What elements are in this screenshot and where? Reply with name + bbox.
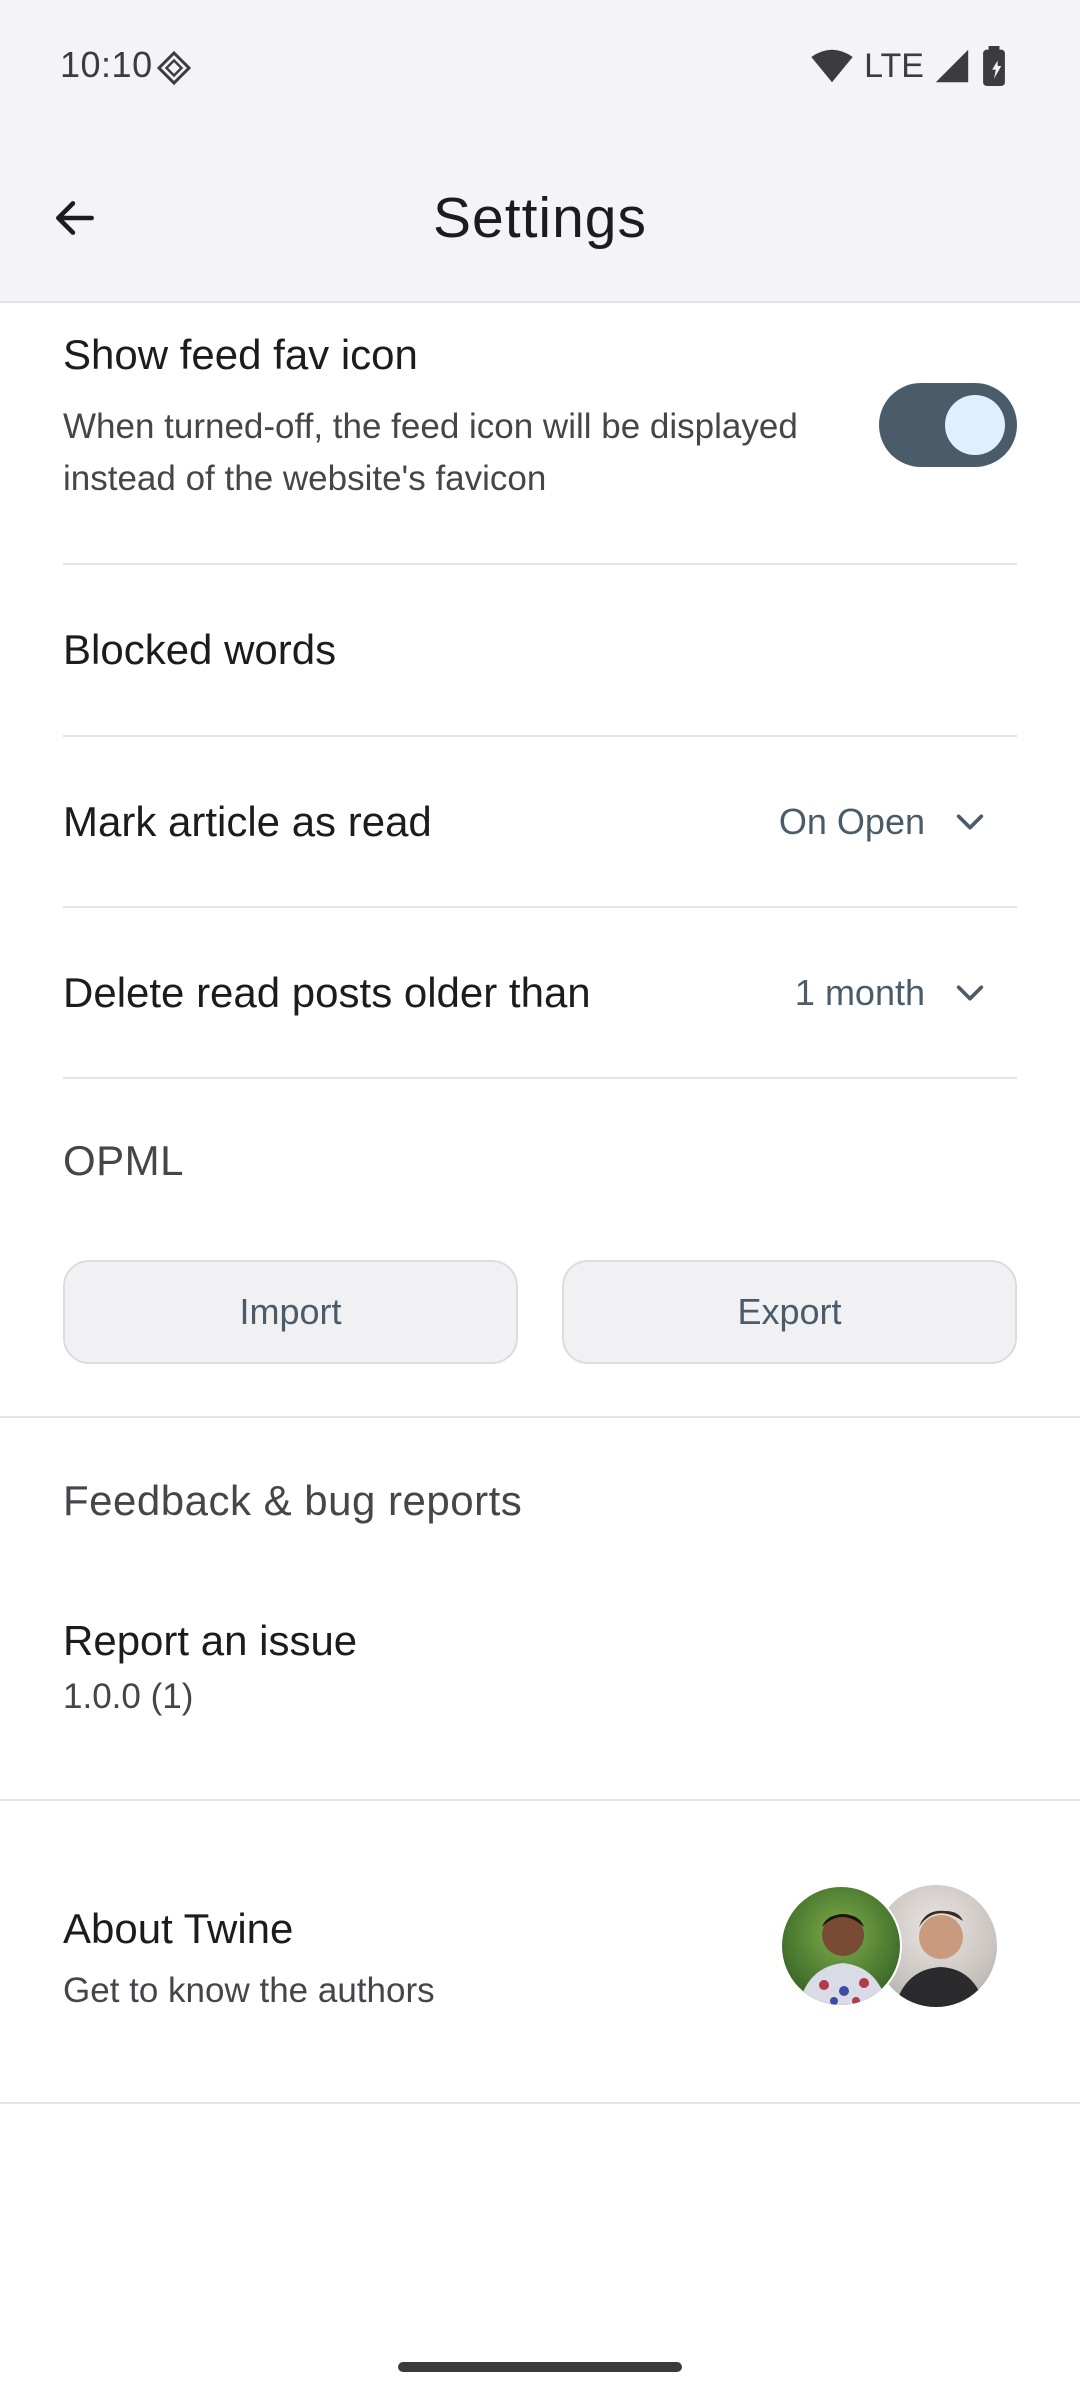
blocked-words-setting[interactable]: Blocked words bbox=[63, 565, 1017, 735]
delete-old-posts-setting: Delete read posts older than 1 month bbox=[63, 908, 1017, 1078]
about-subtitle: Get to know the authors bbox=[63, 1971, 435, 2010]
show-fav-icon-setting[interactable]: Show feed fav icon When turned-off, the … bbox=[63, 325, 1017, 525]
setting-title: Mark article as read bbox=[63, 798, 432, 845]
top-app-bar: Settings bbox=[0, 135, 1080, 303]
author-avatar bbox=[780, 1885, 902, 2007]
status-icons: LTE bbox=[810, 46, 1008, 86]
vpn-diamond-icon bbox=[156, 50, 192, 86]
home-indicator[interactable] bbox=[398, 2362, 682, 2372]
dropdown-value: On Open bbox=[778, 801, 925, 842]
import-button[interactable]: Import bbox=[63, 1260, 518, 1364]
status-time: 10:10 bbox=[60, 44, 153, 85]
toggle-knob bbox=[945, 395, 1005, 455]
battery-icon bbox=[983, 46, 1005, 86]
export-button[interactable]: Export bbox=[562, 1260, 1017, 1364]
section-divider bbox=[0, 1416, 1080, 1418]
chevron-down-icon bbox=[956, 814, 984, 830]
fav-icon-toggle[interactable] bbox=[879, 383, 1017, 467]
setting-title: Show feed fav icon bbox=[63, 331, 418, 378]
page-title: Settings bbox=[433, 186, 647, 250]
signal-icon bbox=[935, 49, 969, 83]
setting-title: Blocked words bbox=[63, 626, 337, 673]
status-bar: 10:10 LTE bbox=[0, 0, 1080, 135]
mark-read-dropdown[interactable]: On Open bbox=[779, 801, 987, 843]
wifi-icon bbox=[811, 49, 853, 83]
opml-section-label: OPML bbox=[63, 1137, 185, 1184]
section-divider bbox=[0, 2102, 1080, 2104]
app-version: 1.0.0 (1) bbox=[63, 1677, 194, 1716]
chevron-down-icon bbox=[956, 985, 984, 1001]
network-type: LTE bbox=[864, 46, 924, 85]
feedback-section-label: Feedback & bug reports bbox=[63, 1477, 523, 1524]
divider bbox=[63, 1077, 1017, 1079]
setting-title: Delete read posts older than bbox=[63, 969, 591, 1016]
mark-read-setting: Mark article as read On Open bbox=[63, 737, 1017, 907]
dropdown-value: 1 month bbox=[794, 972, 925, 1013]
avatar-image bbox=[798, 1914, 888, 2005]
setting-description: When turned-off, the feed icon will be d… bbox=[63, 407, 798, 498]
delete-old-dropdown[interactable]: 1 month bbox=[795, 972, 987, 1014]
report-issue-title: Report an issue bbox=[63, 1617, 358, 1664]
about-title: About Twine bbox=[63, 1905, 294, 1952]
section-divider bbox=[0, 1799, 1080, 1801]
